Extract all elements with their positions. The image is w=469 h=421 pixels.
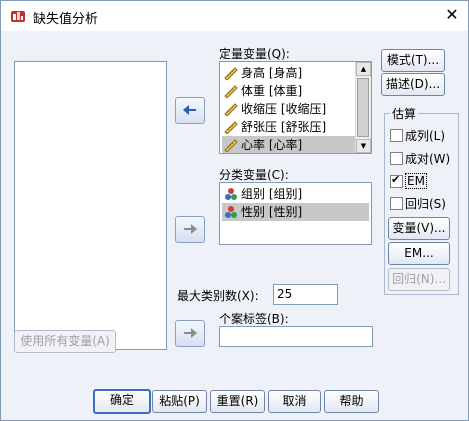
quant-vars-scrollbar[interactable]: ▲ ▼ bbox=[355, 62, 371, 153]
missing-value-analysis-dialog: 缺失值分析 ✕ 定量变量(Q): 身高 [身高] 体重 [体重] 收缩压 [收缩压]… bbox=[0, 0, 469, 421]
close-button[interactable]: ✕ bbox=[441, 4, 463, 26]
quant-vars-list[interactable]: 身高 [身高] 体重 [体重] 收缩压 [收缩压] 舒张压 [舒张压] 心率 [心率] … bbox=[219, 61, 372, 154]
cat-vars-list[interactable]: 组别 [组别] 性别 [性别] bbox=[219, 182, 372, 245]
app-icon bbox=[10, 8, 26, 24]
quant-var-item-label: 心率 [心率] bbox=[241, 138, 303, 152]
arrow-right-icon bbox=[184, 328, 197, 338]
ok-button[interactable]: 确定 bbox=[93, 389, 151, 414]
reset-button[interactable]: 重置(R) bbox=[210, 390, 265, 413]
quant-var-item-label: 收缩压 [收缩压] bbox=[241, 102, 327, 116]
max-cat-input[interactable]: 25 bbox=[273, 284, 338, 305]
ruler-icon bbox=[224, 85, 238, 99]
ruler-icon bbox=[224, 139, 238, 153]
ruler-icon bbox=[224, 67, 238, 81]
patterns-button[interactable]: 模式(T)... bbox=[381, 49, 445, 72]
cat-var-item-label: 性别 [性别] bbox=[241, 205, 303, 219]
em-checkbox[interactable] bbox=[390, 173, 403, 188]
estimate-group-title: 估算 bbox=[390, 105, 419, 122]
move-to-case-labels-button[interactable] bbox=[175, 320, 205, 347]
max-cat-label: 最大类别数(X): bbox=[177, 289, 259, 303]
quant-var-item[interactable]: 心率 [心率] bbox=[222, 136, 355, 153]
quant-var-item-label: 舒张压 [舒张压] bbox=[241, 120, 327, 134]
cat-vars-label: 分类变量(C): bbox=[219, 168, 289, 182]
move-to-quant-button[interactable] bbox=[175, 97, 205, 124]
ruler-icon bbox=[224, 103, 238, 117]
quant-var-item-label: 体重 [体重] bbox=[241, 84, 303, 98]
em-label: EM bbox=[405, 173, 427, 189]
cat-var-item-label: 组别 [组别] bbox=[241, 187, 303, 201]
quant-vars-label: 定量变量(Q): bbox=[219, 47, 290, 61]
em-button[interactable]: EM... bbox=[388, 242, 450, 265]
nominal-icon bbox=[225, 206, 237, 218]
paste-button[interactable]: 粘贴(P) bbox=[152, 390, 207, 413]
move-to-cat-button[interactable] bbox=[175, 216, 205, 243]
pairwise-label: 成对(W) bbox=[405, 152, 451, 166]
arrow-right-icon bbox=[183, 105, 196, 115]
cat-var-item[interactable]: 组别 [组别] bbox=[222, 185, 369, 203]
regression-button[interactable]: 回归(N)... bbox=[388, 268, 450, 291]
descriptives-button[interactable]: 描述(D)... bbox=[381, 73, 445, 96]
help-button[interactable]: 帮助 bbox=[324, 390, 379, 413]
regression-label: 回归(S) bbox=[405, 197, 446, 211]
pairwise-checkbox[interactable] bbox=[390, 152, 403, 165]
quant-var-item[interactable]: 身高 [身高] bbox=[222, 64, 355, 82]
use-all-variables-button[interactable]: 使用所有变量(A) bbox=[14, 330, 116, 353]
ruler-icon bbox=[224, 121, 238, 135]
variables-button[interactable]: 变量(V)... bbox=[388, 217, 450, 240]
title-bar: 缺失值分析 ✕ bbox=[1, 1, 468, 31]
case-labels-input[interactable] bbox=[219, 326, 373, 347]
quant-var-item[interactable]: 舒张压 [舒张压] bbox=[222, 118, 355, 136]
source-variable-list[interactable] bbox=[14, 61, 167, 350]
arrow-right-icon bbox=[184, 224, 197, 234]
cancel-button[interactable]: 取消 bbox=[268, 390, 321, 413]
case-labels-label: 个案标签(B): bbox=[219, 312, 289, 326]
quant-var-item-label: 身高 [身高] bbox=[241, 66, 303, 80]
listwise-label: 成列(L) bbox=[405, 129, 446, 143]
cat-var-item[interactable]: 性别 [性别] bbox=[222, 203, 369, 221]
nominal-icon bbox=[225, 188, 237, 200]
regression-checkbox[interactable] bbox=[390, 197, 403, 210]
window-title: 缺失值分析 bbox=[33, 12, 99, 27]
quant-var-item[interactable]: 体重 [体重] bbox=[222, 82, 355, 100]
quant-var-item[interactable]: 收缩压 [收缩压] bbox=[222, 100, 355, 118]
listwise-checkbox[interactable] bbox=[390, 129, 403, 142]
